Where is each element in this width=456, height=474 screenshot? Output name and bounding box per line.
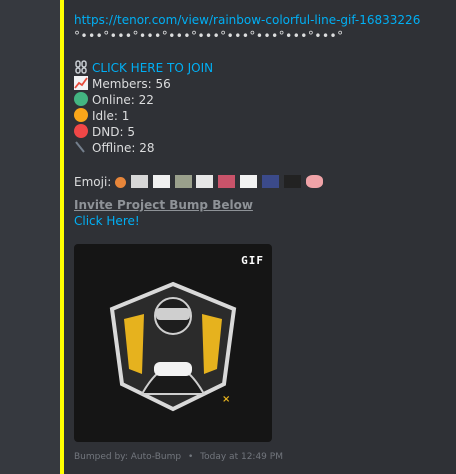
dnd-dot-icon	[74, 124, 88, 138]
emoji-blue-icon	[261, 175, 279, 188]
decor-line: °•••°•••°•••°•••°•••°•••°•••°•••°•••°	[74, 29, 344, 43]
dnd-label: DND: 5	[92, 125, 135, 139]
online-dot-icon	[74, 92, 88, 106]
link-icon	[74, 60, 88, 74]
footer-author: Bumped by: Auto-Bump	[74, 452, 182, 462]
emoji-dark-icon	[283, 175, 301, 188]
tenor-link[interactable]: https://tenor.com/view/rainbow-colorful-…	[74, 12, 420, 28]
members-label: Members: 56	[92, 77, 171, 91]
offline-row: Offline: 28	[74, 140, 155, 156]
emoji-flag-icon	[218, 175, 236, 188]
join-link[interactable]: CLICK HERE TO JOIN	[92, 61, 213, 75]
join-row: CLICK HERE TO JOIN	[74, 60, 213, 76]
emoji-sketch-icon	[152, 175, 170, 188]
members-row: Members: 56	[74, 76, 171, 92]
idle-row: Idle: 1	[74, 108, 129, 124]
footer-separator: •	[187, 452, 194, 462]
emoji-label: Emoji:	[74, 175, 112, 189]
emoji-row: Emoji:	[74, 174, 324, 190]
emoji-face-icon	[115, 177, 127, 188]
emoji-dog-icon	[196, 175, 214, 188]
emoji-white-icon	[240, 175, 258, 188]
offline-label: Offline: 28	[92, 141, 155, 155]
svg-text:×: ×	[222, 394, 230, 405]
gamer-mascot-icon: ×	[109, 281, 237, 412]
chart-icon	[74, 76, 88, 90]
emoji-photo-icon	[174, 175, 192, 188]
online-row: Online: 22	[74, 92, 154, 108]
idle-dot-icon	[74, 108, 88, 122]
gif-image[interactable]: GIF ×	[74, 244, 272, 442]
online-label: Online: 22	[92, 93, 154, 107]
footer-timestamp: Today at 12:49 PM	[200, 452, 283, 462]
dnd-row: DND: 5	[74, 124, 135, 140]
idle-label: Idle: 1	[92, 109, 130, 123]
embed-footer: Bumped by: Auto-Bump • Today at 12:49 PM	[74, 452, 283, 462]
offline-icon	[74, 140, 88, 154]
emoji-person-icon	[130, 175, 148, 188]
emoji-pink-icon	[305, 175, 323, 188]
invite-label: Invite Project Bump Below	[74, 198, 253, 212]
click-here-link[interactable]: Click Here!	[74, 213, 140, 229]
